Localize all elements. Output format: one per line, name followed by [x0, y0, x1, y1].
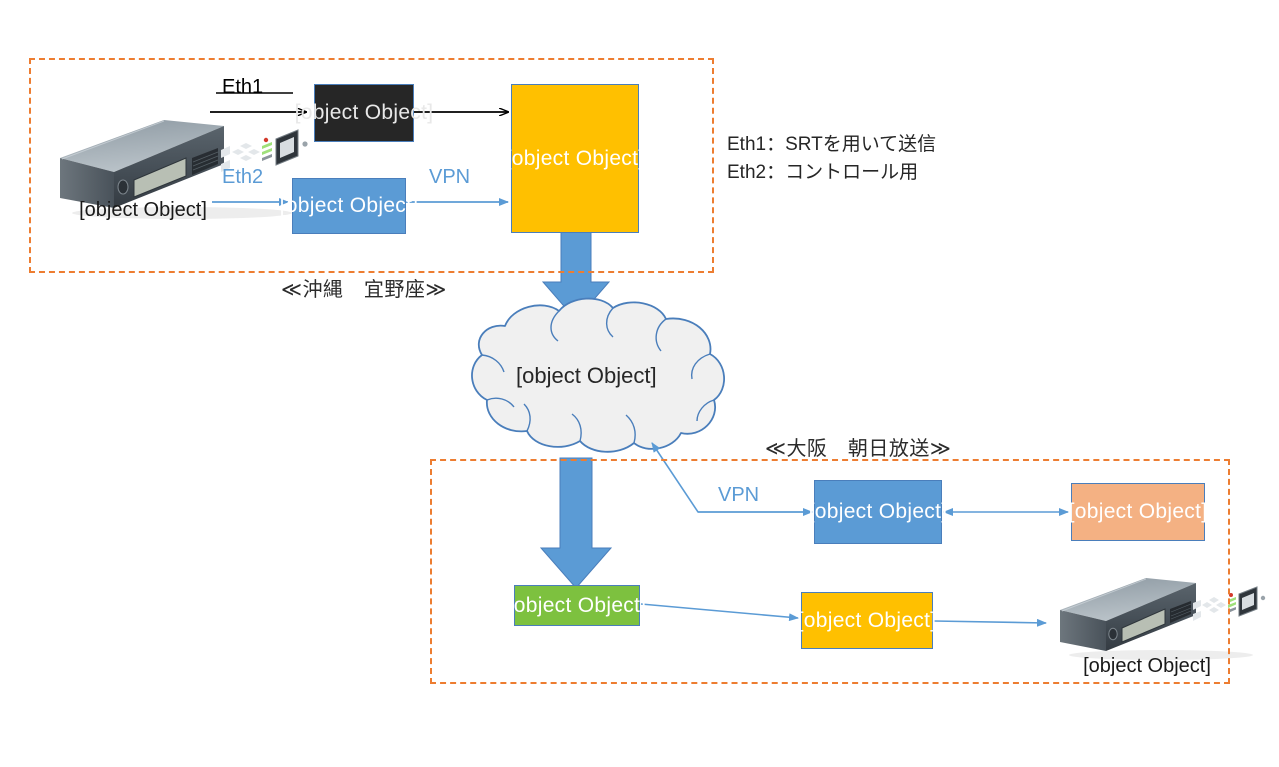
network-diagram-canvas: ≪沖縄 宜野座≫ ≪大阪 朝日放送≫ [object Object] [obje…: [0, 0, 1279, 767]
node-utm[interactable]: [object Object]: [508, 585, 646, 626]
edge-label-vpn-okinawa: VPN: [429, 166, 471, 188]
device-caption-ehu-3410d: [object Object]: [1083, 655, 1211, 677]
node-router[interactable]: [object Object]: [295, 84, 433, 142]
annotation-line-2: Eth2：コントロール用: [727, 161, 919, 183]
node-monitor-pc[interactable]: [object Object]: [1069, 483, 1207, 541]
device-caption-ehu-3410e: [object Object]: [79, 199, 207, 221]
site-label-okinawa: ≪沖縄 宜野座≫: [281, 279, 447, 301]
node-internet-label: [object Object]: [516, 363, 657, 388]
edge-label-vpn-osaka: VPN: [718, 484, 760, 506]
annotation-eth-usage: Eth1：SRTを用いて送信 Eth2：コントロール用: [727, 131, 936, 186]
node-rtx1210-osaka[interactable]: [object Object]: [809, 480, 947, 544]
site-label-osaka: ≪大阪 朝日放送≫: [765, 438, 952, 460]
node-rtx1210-okinawa[interactable]: [object Object]: [280, 178, 418, 234]
edge-label-eth2: Eth2: [222, 166, 264, 188]
node-l2switch-osaka[interactable]: [object Object]: [798, 592, 936, 649]
node-l2switch-okinawa[interactable]: [object Object]: [506, 84, 644, 233]
edge-label-eth1: Eth1: [222, 76, 264, 98]
annotation-line-1: Eth1：SRTを用いて送信: [727, 134, 937, 155]
